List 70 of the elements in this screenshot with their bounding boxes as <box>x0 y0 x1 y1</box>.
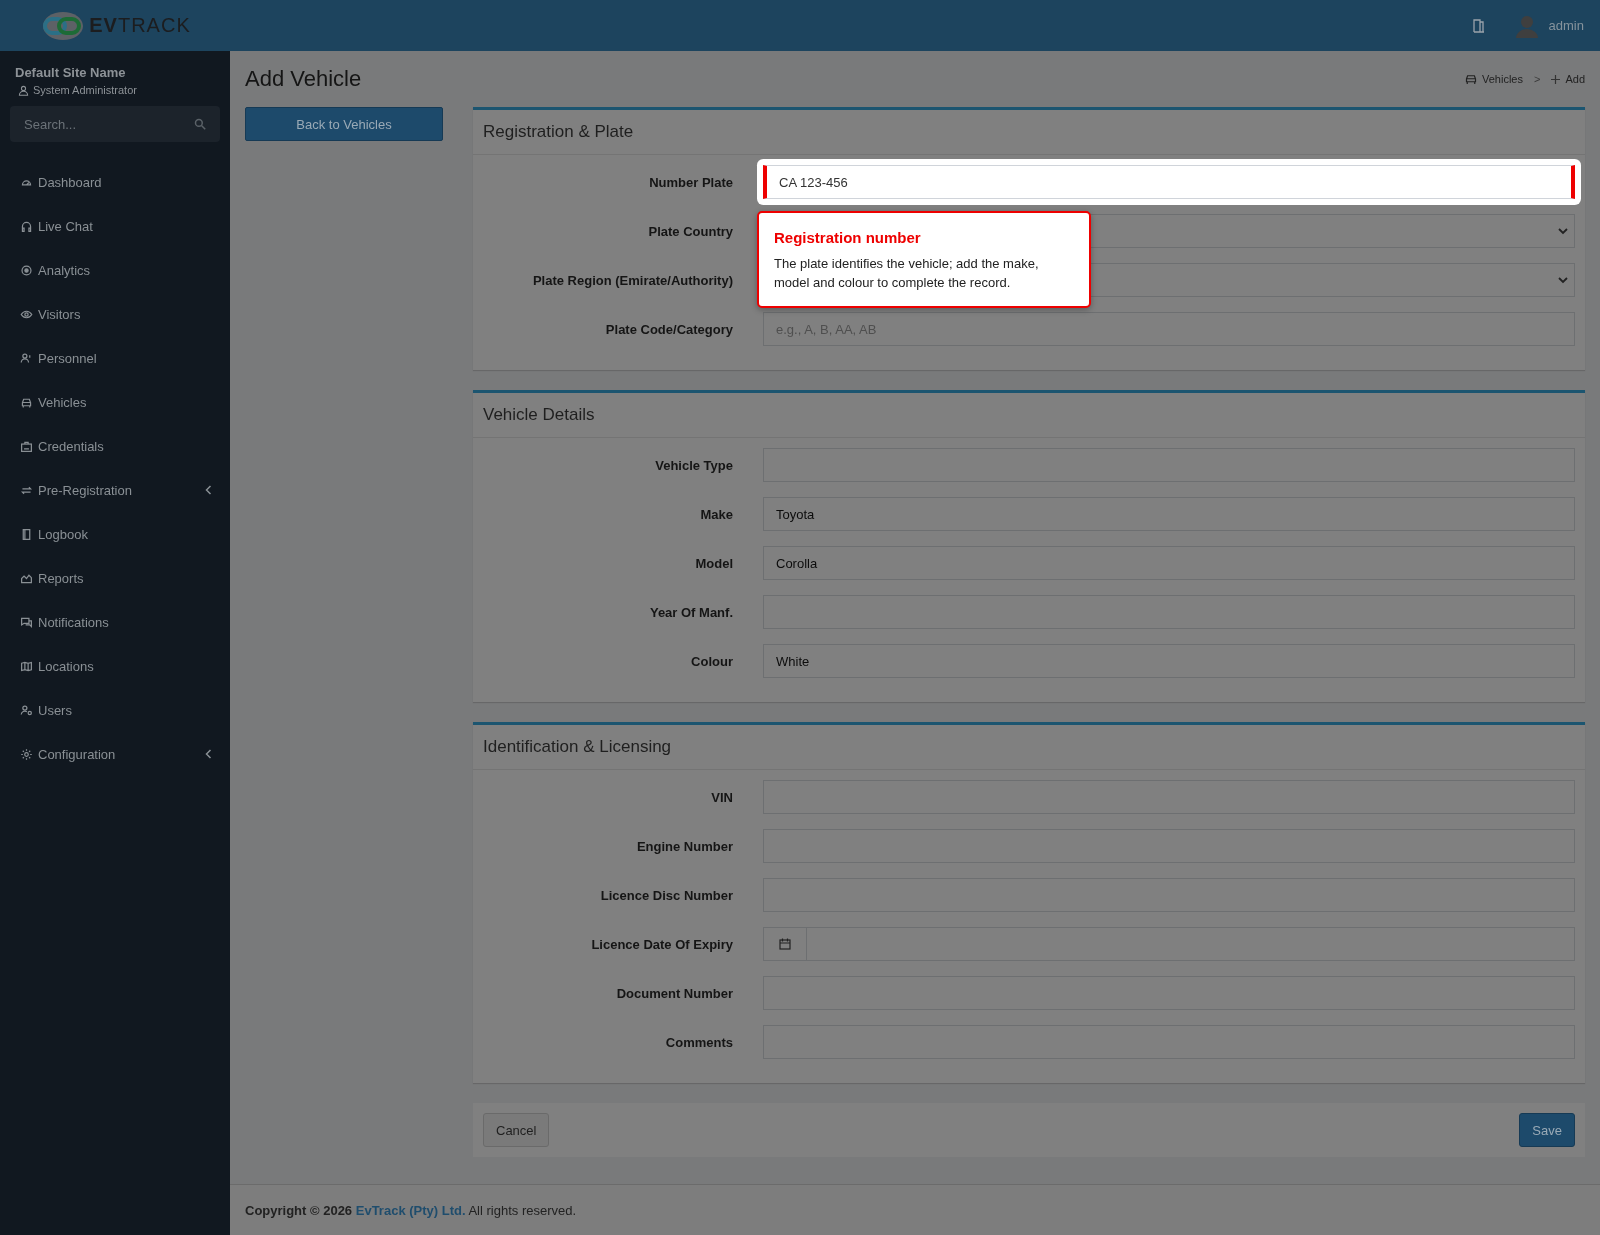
section-title: Identification & Licensing <box>473 725 1585 770</box>
copyright-text: Copyright © 2026 EvTrack (Pty) Ltd. All rights reserved. <box>245 1202 577 1218</box>
field-label: Licence Date Of Expiry <box>590 936 733 952</box>
menu-item-icon <box>20 439 33 453</box>
menu-item-icon <box>20 219 33 233</box>
sidebar-item[interactable]: Notifications <box>0 600 230 644</box>
field-label: Plate Code/Category <box>604 321 733 337</box>
door-icon[interactable] <box>1472 18 1485 33</box>
menu-item-icon <box>20 263 33 277</box>
breadcrumb-separator: > <box>1534 73 1541 85</box>
menu-item-icon <box>20 659 33 673</box>
sidebar-item[interactable]: Personnel <box>0 336 230 380</box>
section-title: Vehicle Details <box>473 393 1585 438</box>
back-button[interactable]: Back to Vehicles <box>245 107 443 141</box>
breadcrumb-link[interactable]: Vehicles <box>1482 73 1523 85</box>
sidebar-item[interactable]: Configuration <box>0 732 230 776</box>
field-label: Number Plate <box>648 174 733 190</box>
field-label: Plate Country <box>647 223 733 239</box>
field-label: Document Number <box>615 985 733 1001</box>
car-icon <box>1465 73 1477 85</box>
text-field[interactable]: Corolla <box>763 546 1575 580</box>
field-label: Colour <box>690 653 733 669</box>
sidebar-item[interactable]: Logbook <box>0 512 230 556</box>
field-label: Make <box>699 506 733 522</box>
menu-item-icon <box>20 747 33 761</box>
field-label: Vehicle Type <box>654 457 733 473</box>
sidebar-item[interactable]: Visitors <box>0 292 230 336</box>
sidebar-item[interactable]: Vehicles <box>0 380 230 424</box>
field-label: Model <box>694 555 733 571</box>
field-label: Engine Number <box>635 838 733 854</box>
menu-item-icon <box>20 527 33 541</box>
text-field[interactable]: CA 123-456 <box>763 165 1575 199</box>
user-role: System Administrator <box>33 84 137 96</box>
plus-icon <box>1551 74 1561 84</box>
person-icon <box>18 84 29 96</box>
tooltip-title: Registration number <box>774 229 922 246</box>
sidebar-item[interactable]: Dashboard <box>0 160 230 204</box>
date-field[interactable] <box>763 927 1575 961</box>
sidebar-item[interactable]: Live Chat <box>0 204 230 248</box>
breadcrumb-current: Add <box>1565 73 1585 85</box>
save-button[interactable]: Save <box>1519 1113 1575 1147</box>
sidebar-item[interactable]: Users <box>0 688 230 732</box>
page-title: Add Vehicle <box>245 66 362 92</box>
field-label: Plate Region (Emirate/Authority) <box>531 272 733 288</box>
avatar-icon[interactable] <box>1514 13 1539 38</box>
chevron-icon <box>1558 227 1568 235</box>
sidebar-item[interactable]: Analytics <box>0 248 230 292</box>
site-name: Default Site Name <box>14 64 127 82</box>
field-label: VIN <box>710 789 733 805</box>
text-field[interactable]: White <box>763 644 1575 678</box>
field-label: Comments <box>664 1034 733 1050</box>
menu-item-icon <box>20 351 33 365</box>
sidebar-item[interactable]: Locations <box>0 644 230 688</box>
menu-item-icon <box>20 703 33 717</box>
field-label: Licence Disc Number <box>599 887 733 903</box>
section-title: Registration & Plate <box>473 110 1585 155</box>
sidebar-item[interactable]: Pre-Registration <box>0 468 230 512</box>
sidebar-item[interactable]: Reports <box>0 556 230 600</box>
calendar-icon[interactable] <box>779 938 791 950</box>
tooltip-text: The plate identifies the vehicle; add the make, model and colour to complete the record. <box>774 255 1040 292</box>
menu-item-icon <box>20 615 33 629</box>
search-field[interactable]: Search... <box>10 106 220 142</box>
sidebar-item[interactable]: Credentials <box>0 424 230 468</box>
user-name[interactable]: admin <box>1548 18 1584 33</box>
logo-text: EVTRACK <box>89 14 191 37</box>
text-field[interactable]: Toyota <box>763 497 1575 531</box>
cancel-button[interactable]: Cancel <box>483 1113 550 1147</box>
field-label: Year Of Manf. <box>648 604 733 620</box>
chevron-icon <box>1558 276 1568 284</box>
search-icon[interactable] <box>194 118 206 130</box>
